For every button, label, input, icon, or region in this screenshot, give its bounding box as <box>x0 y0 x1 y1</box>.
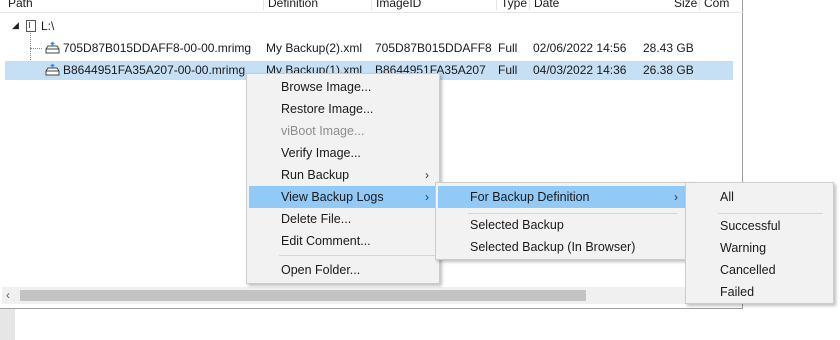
row-definition: My Backup(2).xml <box>266 41 363 55</box>
menu-item-for-backup-definition[interactable]: For Backup Definition › <box>438 186 686 208</box>
menu-item-failed[interactable]: Failed <box>688 281 831 303</box>
column-divider[interactable] <box>699 0 700 10</box>
drive-icon <box>26 20 36 32</box>
tree-root-label[interactable]: L:\ <box>41 18 54 34</box>
chevron-right-icon: › <box>425 190 429 204</box>
column-divider[interactable] <box>496 0 497 10</box>
menu-item-viboot-image: viBoot Image... <box>281 124 365 138</box>
column-header-comment[interactable]: Com <box>704 0 729 10</box>
column-header-imageid[interactable]: ImageID <box>376 0 421 10</box>
column-header-definition[interactable]: Definition <box>268 0 318 10</box>
menu-item-selected-backup[interactable]: Selected Backup <box>438 214 686 236</box>
backup-image-icon <box>45 63 60 76</box>
menu-separator <box>279 255 435 256</box>
menu-item-restore-image[interactable]: Restore Image... <box>249 98 437 120</box>
row-path: B8644951FA35A207-00-00.mrimg <box>63 63 246 77</box>
tree-connector <box>30 48 42 49</box>
menu-item-cancelled[interactable]: Cancelled <box>688 259 831 281</box>
menu-item-all[interactable]: All <box>688 186 831 208</box>
column-divider[interactable] <box>529 0 530 10</box>
column-header-date[interactable]: Date <box>534 0 559 10</box>
header-bottom-border <box>0 12 743 13</box>
menu-item-verify-image[interactable]: Verify Image... <box>249 142 437 164</box>
row-type: Full <box>498 63 518 77</box>
window-corner <box>0 309 15 340</box>
row-date: 04/03/2022 14:36 <box>533 63 627 77</box>
scrollbar-thumb[interactable] <box>20 290 586 301</box>
column-divider[interactable] <box>263 0 264 10</box>
row-size: 28.43 GB <box>643 41 694 55</box>
horizontal-scrollbar[interactable]: ‹ <box>2 287 742 304</box>
menu-item-browse-image[interactable]: Browse Image... <box>249 76 437 98</box>
row-path: 705D87B015DDAFF8-00-00.mrimg <box>63 41 252 55</box>
menu-item-delete-file[interactable]: Delete File... <box>249 208 437 230</box>
chevron-right-icon: › <box>674 190 678 204</box>
column-header-size[interactable]: Size <box>674 0 697 10</box>
column-divider[interactable] <box>371 0 372 10</box>
row-size: 26.38 GB <box>643 63 694 77</box>
view-backup-logs-submenu: For Backup Definition › Selected Backup S… <box>435 182 689 260</box>
menu-separator <box>718 213 823 214</box>
for-backup-definition-submenu: All Successful Warning Cancelled Failed <box>685 182 834 304</box>
context-menu: Browse Image... Restore Image... viBoot … <box>246 73 440 284</box>
row-type: Full <box>498 41 518 55</box>
menu-item-open-folder[interactable]: Open Folder... <box>249 259 437 281</box>
menu-item-selected-backup-in-browser[interactable]: Selected Backup (In Browser) <box>438 236 686 258</box>
chevron-right-icon: › <box>425 168 429 182</box>
menu-item-warning[interactable]: Warning <box>688 237 831 259</box>
column-header-type[interactable]: Type <box>501 0 527 10</box>
menu-item-view-backup-logs[interactable]: View Backup Logs › <box>249 186 437 208</box>
column-header-path[interactable]: Path <box>8 0 33 10</box>
row-image-id: 705D87B015DDAFF8 <box>375 41 492 55</box>
triangle-down-icon[interactable]: ◢ <box>12 20 19 31</box>
backup-image-icon <box>45 41 60 54</box>
menu-item-run-backup[interactable]: Run Backup › <box>249 164 437 186</box>
menu-item-successful[interactable]: Successful <box>688 215 831 237</box>
row-date: 02/06/2022 14:56 <box>533 41 627 55</box>
chevron-left-icon[interactable]: ‹ <box>6 288 10 302</box>
menu-item-edit-comment[interactable]: Edit Comment... <box>249 230 437 252</box>
